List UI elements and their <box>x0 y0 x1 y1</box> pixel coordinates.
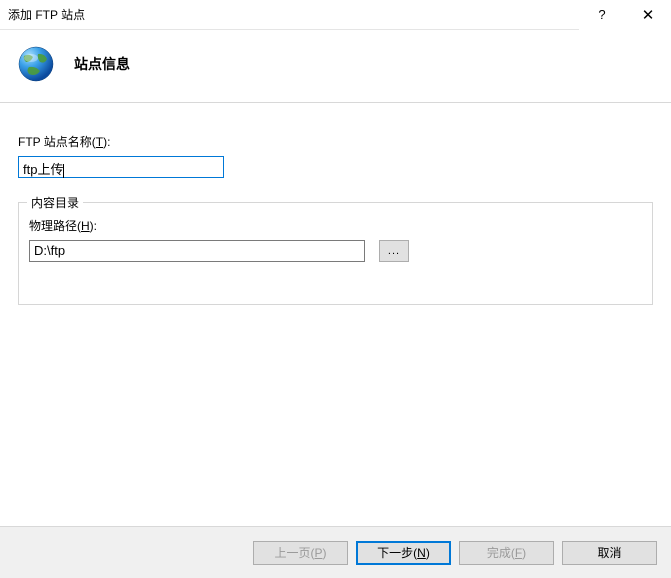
content-area: FTP 站点名称(T): ftp上传 内容目录 物理路径(H): D:\ftp … <box>0 103 671 526</box>
window-title: 添加 FTP 站点 <box>8 6 579 23</box>
close-button[interactable]: ✕ <box>625 0 671 30</box>
previous-button: 上一页(P) <box>253 541 348 565</box>
physical-path-input[interactable]: D:\ftp <box>29 240 365 262</box>
wizard-footer: 上一页(P) 下一步(N) 完成(F) 取消 <box>0 526 671 578</box>
site-name-label: FTP 站点名称(T): <box>18 133 653 150</box>
help-button[interactable]: ? <box>579 0 625 30</box>
cancel-button[interactable]: 取消 <box>562 541 657 565</box>
finish-button: 完成(F) <box>459 541 554 565</box>
wizard-header: 站点信息 <box>0 30 671 103</box>
next-button[interactable]: 下一步(N) <box>356 541 451 565</box>
text-cursor <box>63 164 64 178</box>
group-title: 内容目录 <box>27 194 83 211</box>
browse-button[interactable]: ... <box>379 240 409 262</box>
titlebar: 添加 FTP 站点 ? ✕ <box>0 0 671 30</box>
site-name-input[interactable]: ftp上传 <box>18 156 224 178</box>
physical-path-label: 物理路径(H): <box>29 217 642 234</box>
page-title: 站点信息 <box>74 54 130 74</box>
content-directory-group: 内容目录 物理路径(H): D:\ftp ... <box>18 202 653 305</box>
globe-icon <box>16 44 56 84</box>
